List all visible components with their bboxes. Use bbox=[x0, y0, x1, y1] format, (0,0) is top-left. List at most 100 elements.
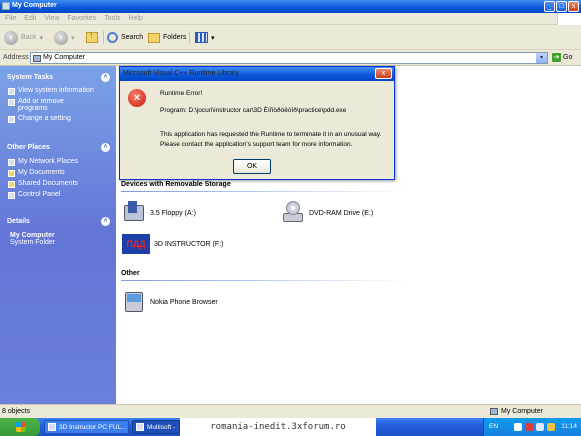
link-change-setting[interactable]: Change a setting bbox=[8, 115, 113, 123]
up-folder-button[interactable]: ↑ bbox=[86, 30, 98, 45]
instructor-drive-item[interactable]: ПДД 3D INSTRUCTOR (F:) bbox=[122, 232, 223, 256]
system-tray: EN 11:14 bbox=[483, 418, 581, 436]
taskbar-item-multisoft[interactable]: Multisoft - bbox=[132, 420, 180, 434]
link-label: Change a setting bbox=[18, 115, 71, 122]
menu-edit[interactable]: Edit bbox=[24, 15, 36, 22]
dvd-drive-item[interactable]: DVD-RAM Drive (E:) bbox=[281, 201, 373, 225]
go-button[interactable]: ➔ Go bbox=[552, 53, 572, 62]
nokia-phone-browser-item[interactable]: Nokia Phone Browser bbox=[122, 290, 218, 314]
app-icon bbox=[48, 423, 56, 431]
tray-icon-2[interactable] bbox=[525, 423, 533, 431]
taskbar-item-label: 3D Instructor PC FUL... bbox=[59, 423, 127, 431]
link-my-documents[interactable]: My Documents bbox=[8, 169, 113, 177]
window-titlebar[interactable]: My Computer _ □ x bbox=[0, 0, 581, 13]
link-label: My Documents bbox=[18, 169, 65, 176]
link-label: Add or remove programs bbox=[18, 98, 64, 112]
minimize-button[interactable]: _ bbox=[544, 1, 555, 12]
dvd-drive-icon bbox=[281, 201, 305, 225]
forward-arrow-icon: › bbox=[54, 30, 68, 45]
my-computer-icon bbox=[33, 55, 41, 62]
link-label: Control Panel bbox=[18, 191, 61, 198]
details-type: System Folder bbox=[10, 239, 56, 246]
ok-button[interactable]: OK bbox=[233, 159, 271, 174]
taskbar-item-label: Multisoft - bbox=[147, 423, 176, 431]
link-view-system-information[interactable]: View system information bbox=[8, 87, 113, 95]
volume-icon[interactable] bbox=[547, 423, 555, 431]
status-bar: 8 objects My Computer bbox=[0, 404, 581, 418]
collapse-chevron-icon[interactable]: ˄ bbox=[101, 143, 110, 152]
link-label: View system information bbox=[18, 87, 94, 94]
link-shared-documents[interactable]: Shared Documents bbox=[8, 180, 113, 188]
menu-help[interactable]: Help bbox=[129, 15, 143, 22]
address-bar: Address My Computer ▾ ➔ Go bbox=[0, 50, 581, 66]
link-my-network-places[interactable]: My Network Places bbox=[8, 158, 113, 166]
instructor-logo-icon: ПДД bbox=[122, 232, 150, 256]
forward-button[interactable]: › ▾ bbox=[54, 30, 75, 45]
group-title-other: Other bbox=[121, 270, 140, 277]
maximize-button[interactable]: □ bbox=[556, 1, 567, 12]
floppy-drive-item[interactable]: 3.5 Floppy (A:) bbox=[122, 201, 196, 225]
link-label: Shared Documents bbox=[18, 180, 78, 187]
control-panel-icon bbox=[8, 192, 15, 199]
collapse-chevron-icon[interactable]: ˄ bbox=[101, 73, 110, 82]
error-message-line1: This application has requested the Runti… bbox=[160, 131, 382, 138]
dialog-titlebar[interactable]: Microsoft Visual C++ Runtime Library x bbox=[120, 67, 394, 81]
chevron-down-icon: ▾ bbox=[211, 34, 215, 42]
error-icon: × bbox=[128, 89, 146, 107]
views-button[interactable]: ▾ bbox=[195, 30, 215, 45]
dialog-close-button[interactable]: x bbox=[375, 68, 392, 79]
status-location: My Computer bbox=[501, 408, 544, 415]
back-label: Back bbox=[21, 34, 37, 41]
menu-bar: File Edit View Favorites Tools Help bbox=[0, 13, 581, 25]
address-dropdown-button[interactable]: ▾ bbox=[536, 53, 547, 63]
menu-tools[interactable]: Tools bbox=[104, 15, 120, 22]
item-label: DVD-RAM Drive (E:) bbox=[309, 209, 374, 217]
taskbar: 3D Instructor PC FUL... Multisoft - roma… bbox=[0, 418, 581, 436]
item-label: 3.5 Floppy (A:) bbox=[150, 209, 196, 217]
app-icon bbox=[136, 423, 144, 431]
chevron-down-icon: ▾ bbox=[39, 34, 44, 42]
error-program: Program: D:\jocuri\instructor car\3D Èíñ… bbox=[160, 107, 347, 114]
dialog-title: Microsoft Visual C++ Runtime Library bbox=[123, 70, 239, 77]
clock[interactable]: 11:14 bbox=[561, 423, 577, 430]
go-arrow-icon: ➔ bbox=[552, 53, 561, 62]
tray-icon-1[interactable] bbox=[514, 423, 522, 431]
go-label: Go bbox=[563, 54, 573, 61]
close-button[interactable]: x bbox=[568, 1, 579, 12]
link-add-remove-programs[interactable]: Add or remove programs bbox=[8, 98, 113, 112]
other-places-title: Other Places bbox=[7, 144, 50, 151]
link-control-panel[interactable]: Control Panel bbox=[8, 191, 113, 199]
search-button[interactable]: Search bbox=[107, 30, 143, 45]
folders-button[interactable]: Folders bbox=[148, 30, 186, 45]
network-icon bbox=[8, 159, 15, 166]
up-folder-icon: ↑ bbox=[86, 30, 98, 43]
menu-file[interactable]: File bbox=[5, 15, 16, 22]
runtime-error-dialog: Microsoft Visual C++ Runtime Library x ×… bbox=[119, 66, 395, 180]
group-title-removable: Devices with Removable Storage bbox=[121, 181, 231, 188]
folder-icon bbox=[148, 32, 160, 43]
task-pane: System Tasks ˄ View system information A… bbox=[0, 66, 116, 404]
menu-view[interactable]: View bbox=[44, 15, 59, 22]
start-button[interactable] bbox=[0, 418, 40, 436]
other-places-header[interactable]: Other Places ˄ bbox=[3, 141, 113, 154]
taskbar-item-3d-instructor[interactable]: 3D Instructor PC FUL... bbox=[44, 420, 129, 434]
error-message-line2: Please contact the application's support… bbox=[160, 141, 353, 148]
control-panel-icon bbox=[8, 116, 15, 123]
back-button[interactable]: ‹ Back ▾ bbox=[4, 30, 43, 45]
address-value: My Computer bbox=[43, 54, 86, 61]
menu-favorites[interactable]: Favorites bbox=[67, 15, 96, 22]
language-indicator[interactable]: EN bbox=[489, 423, 498, 430]
toolbar: ‹ Back ▾ › ▾ ↑ Search Folders ▾ bbox=[0, 25, 581, 50]
address-input[interactable]: My Computer ▾ bbox=[30, 52, 548, 64]
details-header[interactable]: Details ˄ bbox=[3, 215, 113, 228]
my-computer-icon bbox=[490, 408, 498, 415]
system-tasks-header[interactable]: System Tasks ˄ bbox=[3, 71, 113, 84]
item-label: Nokia Phone Browser bbox=[150, 298, 218, 306]
my-computer-icon bbox=[2, 2, 10, 10]
status-object-count: 8 objects bbox=[2, 408, 31, 415]
collapse-chevron-icon[interactable]: ˄ bbox=[101, 217, 110, 226]
tray-icon-3[interactable] bbox=[536, 423, 544, 431]
link-label: My Network Places bbox=[18, 158, 78, 165]
details-title: Details bbox=[7, 218, 30, 225]
details-name: My Computer bbox=[10, 232, 55, 239]
